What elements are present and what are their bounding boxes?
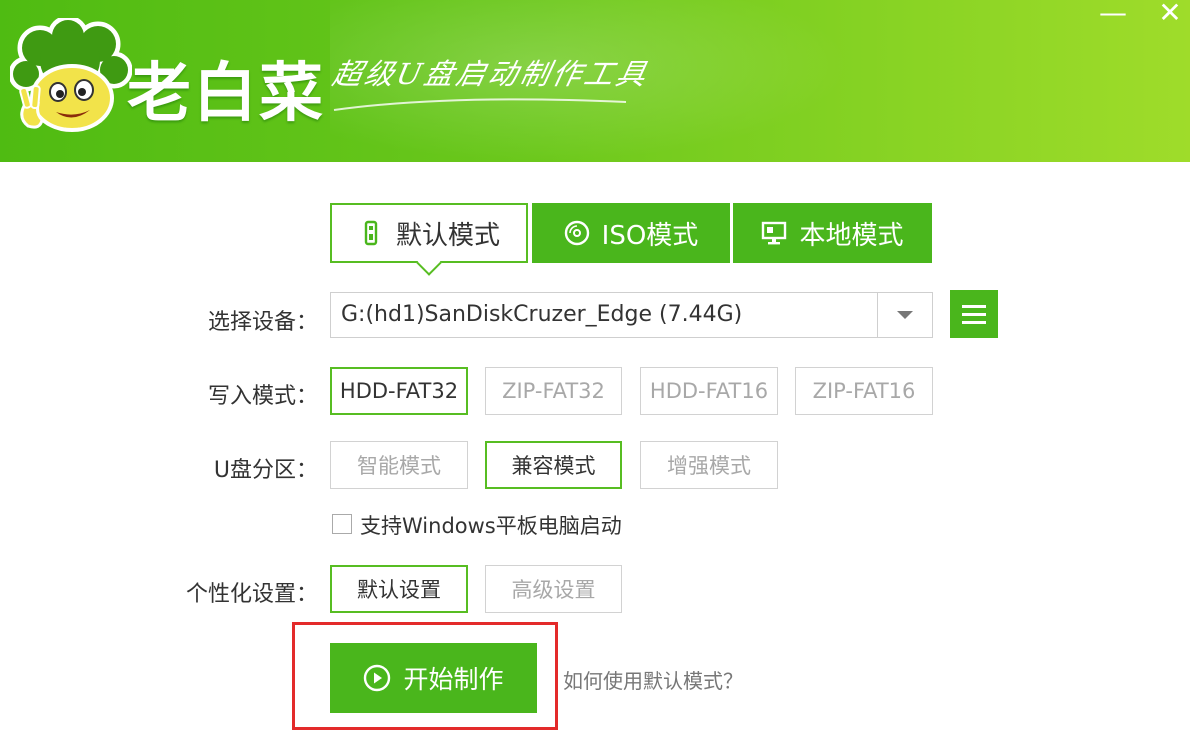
tab-local-mode-label: 本地模式 <box>799 220 904 251</box>
write-mode-label: 写入模式： <box>207 384 318 409</box>
personalize-label: 个性化设置： <box>185 582 318 607</box>
partition-compat-mode[interactable]: 兼容模式 <box>485 441 622 489</box>
device-dropdown-value: G:(hd1)SanDiskCruzer_Edge (7.44G) <box>341 302 743 327</box>
tab-local-mode[interactable]: 本地模式 <box>733 203 932 263</box>
personalize-advanced-settings[interactable]: 高级设置 <box>485 565 622 613</box>
tab-default-mode-label: 默认模式 <box>395 220 500 251</box>
help-link[interactable]: 如何使用默认模式？ <box>563 665 743 694</box>
tagline-swoosh-decoration <box>333 98 627 111</box>
device-dropdown[interactable]: G:(hd1)SanDiskCruzer_Edge (7.44G) <box>330 292 933 338</box>
write-mode-hdd-fat32[interactable]: HDD-FAT32 <box>330 367 468 415</box>
app-tagline: 超级U盘启动制作工具 <box>329 57 653 91</box>
start-button-label: 开始制作 <box>403 665 504 694</box>
hamburger-icon-bar <box>962 304 986 308</box>
partition-enhanced-mode[interactable]: 增强模式 <box>640 441 778 489</box>
dropdown-arrow[interactable] <box>877 293 932 337</box>
chevron-down-icon <box>897 311 913 319</box>
usb-drive-icon <box>364 220 378 246</box>
personalize-default-settings[interactable]: 默认设置 <box>330 565 468 613</box>
tab-iso-mode[interactable]: ISO模式 <box>532 203 730 263</box>
partition-label: U盘分区： <box>213 458 318 483</box>
start-button[interactable]: 开始制作 <box>330 643 537 713</box>
tablet-boot-label[interactable]: 支持Windows平板电脑启动 <box>360 510 622 540</box>
write-mode-hdd-fat16[interactable]: HDD-FAT16 <box>640 367 778 415</box>
menu-button[interactable] <box>950 290 998 338</box>
app-name: 老白菜 <box>127 57 325 131</box>
tab-iso-mode-label: ISO模式 <box>601 220 699 251</box>
hamburger-icon-bar <box>962 320 986 324</box>
monitor-icon <box>762 221 787 245</box>
title-bar: 老白菜 超级U盘启动制作工具 — ✕ <box>0 0 1190 162</box>
play-circle-icon <box>364 664 391 692</box>
device-label: 选择设备： <box>207 310 318 335</box>
tab-default-mode[interactable]: 默认模式 <box>330 203 528 263</box>
cabbage-mascot-logo <box>10 18 132 132</box>
close-button[interactable]: ✕ <box>1153 0 1187 30</box>
hamburger-icon-bar <box>962 312 986 316</box>
minimize-button[interactable]: — <box>1096 0 1130 30</box>
write-mode-zip-fat16[interactable]: ZIP-FAT16 <box>795 367 933 415</box>
partition-smart-mode[interactable]: 智能模式 <box>330 441 468 489</box>
tablet-boot-checkbox[interactable] <box>332 514 352 534</box>
disc-icon <box>564 220 589 246</box>
write-mode-zip-fat32[interactable]: ZIP-FAT32 <box>485 367 622 415</box>
